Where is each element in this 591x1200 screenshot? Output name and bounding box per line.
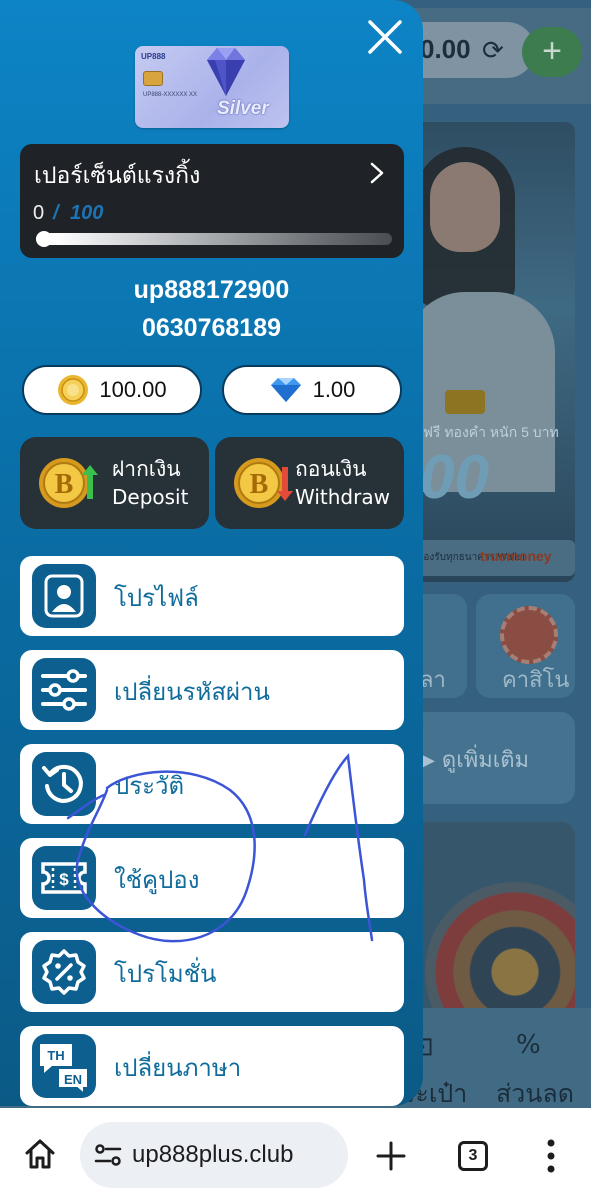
vip-level-label: Silver (217, 98, 269, 119)
close-icon[interactable] (362, 14, 408, 60)
deposit-coin-icon: B (39, 458, 98, 508)
background-hero-gold-text: ฟรี ทองคำ หนัก 5 บาท (423, 424, 559, 440)
menu-item-change-password[interactable]: เปลี่ยนรหัสผ่าน (20, 650, 404, 730)
background-roulette-card (405, 822, 575, 1022)
card-chip-icon (143, 71, 163, 86)
language-icon: TH EN (32, 1034, 96, 1098)
menu-label-history: ประวัติ (114, 772, 185, 800)
svg-text:B: B (55, 469, 74, 500)
language-icon-th: TH (47, 1048, 64, 1063)
diamond-balance-icon (270, 378, 301, 402)
ranking-current-value: 0 (33, 202, 45, 224)
more-options-icon[interactable] (540, 1138, 562, 1174)
background-casino-label: คาสิโน (502, 668, 570, 693)
background-nav-discount-label: ส่วนลด (496, 1079, 574, 1108)
sliders-icon (32, 658, 96, 722)
coin-balance-value: 100.00 (99, 377, 167, 402)
gold-bar-icon (445, 390, 485, 414)
diamond-balance-value: 1.00 (312, 377, 356, 402)
profile-icon (32, 564, 96, 628)
gold-coin-icon (58, 375, 89, 405)
refresh-icon: ⟳ (482, 36, 504, 66)
roulette-wheel-icon (425, 882, 575, 1022)
menu-label-language: เปลี่ยนภาษา (114, 1054, 242, 1082)
discount-nav-icon: % (516, 1030, 541, 1060)
withdraw-button[interactable]: B ถอนเงิน Withdraw (215, 437, 404, 529)
history-icon (32, 752, 96, 816)
background-hero-banner: ฟรี ทองคำ หนัก 5 บาท 00 (405, 122, 575, 582)
username: up888172900 (133, 276, 290, 304)
deposit-label-en: Deposit (112, 485, 189, 509)
url-text: up888plus.club (132, 1141, 294, 1168)
diamond-icon (207, 48, 245, 96)
menu-item-history[interactable]: ประวัติ (20, 744, 404, 824)
background-category-label: ลา (420, 668, 446, 693)
language-icon-en: EN (64, 1072, 82, 1087)
diamond-balance-pill: 1.00 (222, 365, 402, 415)
promotion-icon (32, 940, 96, 1004)
menu-label-promotion: โปรโมชั่น (114, 960, 217, 988)
ranking-separator: / (53, 202, 59, 224)
ranking-title: เปอร์เซ็นต์แรงกิ้ง (34, 163, 201, 189)
new-tab-icon[interactable] (376, 1141, 406, 1171)
ranking-max-value: 100 (70, 202, 104, 224)
ranking-progress-knob (36, 231, 52, 247)
background-see-more-label: ▶ ดูเพิ่มเติม (418, 748, 530, 773)
background-add-button: + (522, 27, 582, 77)
menu-label-coupon: ใช้คูปอง (114, 866, 200, 894)
background-truemoney-logo: truemoney (480, 548, 552, 564)
menu-label-profile: โปรไฟล์ (114, 584, 199, 612)
deposit-button[interactable]: B ฝากเงิน Deposit (20, 437, 209, 529)
ranking-progress-panel[interactable]: เปอร์เซ็นต์แรงกิ้ง 0 / 100 (20, 144, 404, 258)
ranking-progress-bar (36, 233, 392, 245)
menu-label-change-password: เปลี่ยนรหัสผ่าน (114, 678, 270, 706)
casino-chip-icon (500, 606, 558, 664)
chevron-right-icon[interactable] (366, 160, 388, 186)
phone-number: 0630768189 (141, 314, 282, 342)
coin-balance-pill: 100.00 (22, 365, 202, 415)
tab-switcher-button[interactable]: 3 (458, 1141, 488, 1171)
site-settings-icon[interactable] (94, 1142, 122, 1168)
address-bar[interactable]: up888plus.club (80, 1122, 348, 1188)
withdraw-coin-icon: B (234, 458, 293, 508)
menu-item-language[interactable]: TH EN เปลี่ยนภาษา (20, 1026, 404, 1106)
vip-card-number: UP888-XXXXXX XX (143, 92, 198, 98)
home-icon[interactable] (22, 1136, 58, 1172)
background-hero-big-text: 00 (420, 443, 489, 512)
side-drawer: UP888 UP888-XXXXXX XX Silver เปอร์เซ็นต์… (0, 0, 423, 1106)
deposit-label-th: ฝากเงิน (112, 457, 181, 481)
svg-text:$: $ (59, 870, 69, 889)
vip-card-brand: UP888 (141, 52, 166, 61)
svg-text:B: B (250, 469, 269, 500)
coupon-icon: $ (32, 846, 96, 910)
background-balance: 0.00 (420, 34, 471, 64)
vip-level-card: UP888 UP888-XXXXXX XX Silver (135, 46, 289, 128)
menu-item-promotion[interactable]: โปรโมชั่น (20, 932, 404, 1012)
menu-item-coupon[interactable]: $ ใช้คูปอง (20, 838, 404, 918)
menu-item-profile[interactable]: โปรไฟล์ (20, 556, 404, 636)
withdraw-label-en: Withdraw (295, 485, 390, 509)
withdraw-label-th: ถอนเงิน (295, 457, 367, 481)
